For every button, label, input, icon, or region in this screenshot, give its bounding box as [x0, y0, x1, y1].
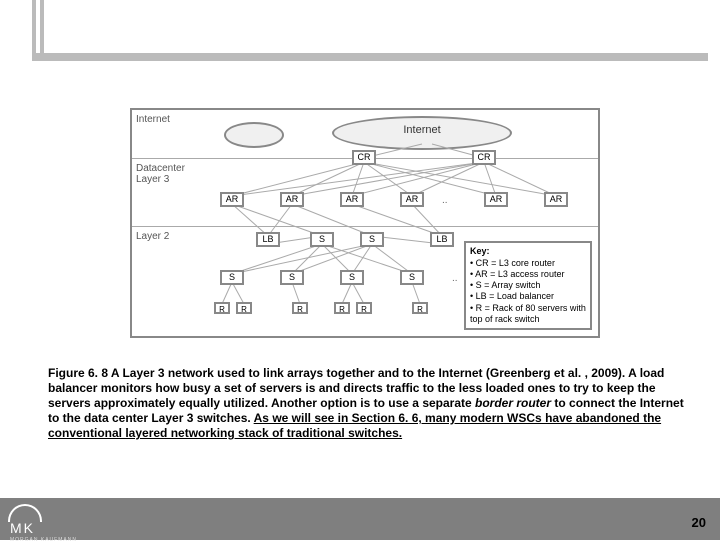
- node-r: R: [214, 302, 230, 314]
- slide-ruler-horizontal: [32, 53, 708, 61]
- legend-title: Key:: [470, 246, 586, 257]
- node-ar: AR: [544, 192, 568, 207]
- footer-bar: MK MORGAN KAUFMANN: [0, 500, 720, 540]
- legend-line: • LB = Load balancer: [470, 291, 586, 302]
- section-label-internet: Internet: [136, 114, 170, 125]
- node-ar: AR: [340, 192, 364, 207]
- node-ar: AR: [400, 192, 424, 207]
- ellipsis: ..: [442, 195, 448, 206]
- node-r: R: [334, 302, 350, 314]
- node-r: R: [356, 302, 372, 314]
- node-lb: LB: [256, 232, 280, 247]
- section-label-layer2: Layer 2: [136, 231, 169, 242]
- node-s: S: [340, 270, 364, 285]
- page-number: 20: [692, 515, 706, 530]
- node-ar: AR: [220, 192, 244, 207]
- legend-line: • S = Array switch: [470, 280, 586, 291]
- cloud-label-internet: Internet: [392, 124, 452, 136]
- node-ar: AR: [280, 192, 304, 207]
- ellipsis: ..: [452, 273, 458, 284]
- node-s: S: [280, 270, 304, 285]
- node-r: R: [236, 302, 252, 314]
- node-s: S: [400, 270, 424, 285]
- figure-diagram: Internet Internet Datacenter Layer 3 Lay…: [130, 108, 600, 338]
- caption-lead: Figure 6. 8 A Layer 3 network used to li…: [48, 366, 628, 380]
- legend-line: • R = Rack of 80 servers with top of rac…: [470, 303, 586, 326]
- node-s: S: [360, 232, 384, 247]
- node-lb: LB: [430, 232, 454, 247]
- figure-caption: Figure 6. 8 A Layer 3 network used to li…: [48, 366, 684, 441]
- caption-italic-term: border router: [475, 396, 551, 410]
- legend-line: • CR = L3 core router: [470, 258, 586, 269]
- node-r: R: [292, 302, 308, 314]
- legend-line: • AR = L3 access router: [470, 269, 586, 280]
- publisher-logo-text: MK: [10, 520, 35, 536]
- node-cr: CR: [472, 150, 496, 165]
- section-label-datacenter: Datacenter Layer 3: [136, 163, 185, 185]
- node-r: R: [412, 302, 428, 314]
- legend-box: Key: • CR = L3 core router • AR = L3 acc…: [464, 241, 592, 330]
- node-cr: CR: [352, 150, 376, 165]
- cloud-shape-small: [224, 122, 284, 148]
- node-ar: AR: [484, 192, 508, 207]
- node-s: S: [220, 270, 244, 285]
- publisher-name: MORGAN KAUFMANN: [10, 537, 77, 543]
- slide-ruler-vertical: [32, 0, 44, 60]
- node-s: S: [310, 232, 334, 247]
